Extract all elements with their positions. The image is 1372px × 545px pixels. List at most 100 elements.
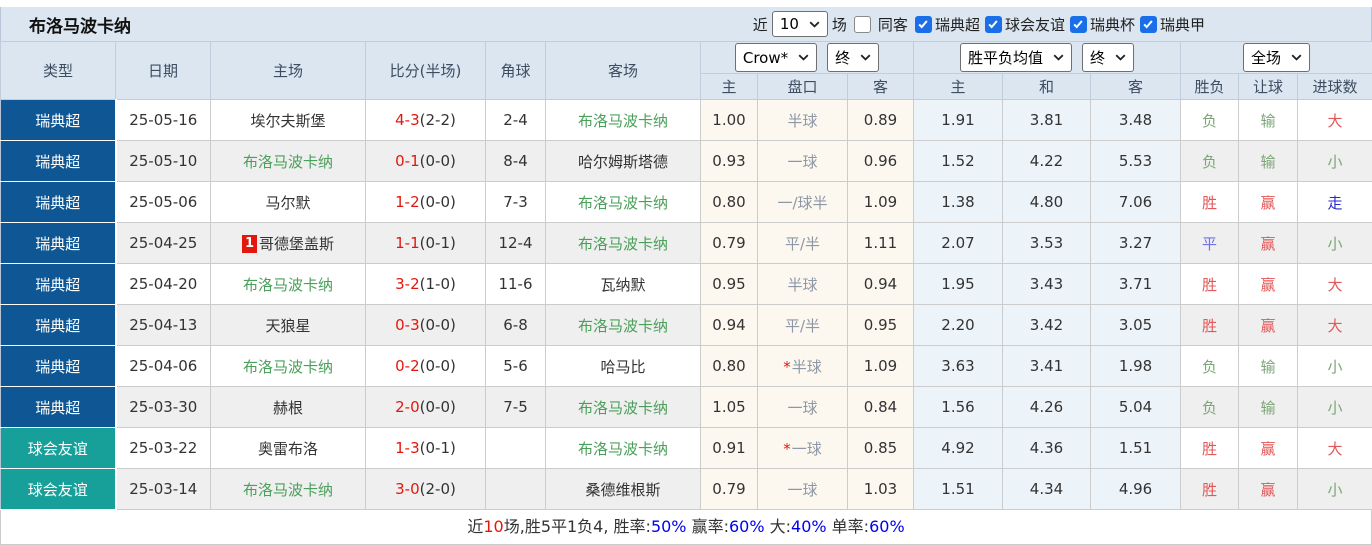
halftime-score: (2-0) [420,480,456,498]
home-team-name[interactable]: 马尔默 [265,194,310,212]
home-team-cell: 埃尔夫斯堡 [211,100,366,141]
score-cell: 3-2(1-0) [366,264,486,305]
odds-away: 3.27 [1091,223,1181,264]
summary-part: 10 [483,517,503,536]
league-filter-checkbox[interactable] [1140,16,1157,33]
average-time-select[interactable]: 终 [1082,43,1134,72]
corners-cell: 8-4 [486,141,546,182]
match-date: 25-04-20 [116,264,211,305]
match-date: 25-05-10 [116,141,211,182]
table-row: 瑞典超25-05-06马尔默1-2(0-0)7-3布洛马波卡纳0.80一/球半1… [1,182,1372,223]
odds-away: 4.96 [1091,469,1181,510]
away-team-name[interactable]: 瓦纳默 [600,276,645,294]
away-team-name[interactable]: 布洛马波卡纳 [578,317,668,335]
home-team-name[interactable]: 布洛马波卡纳 [243,153,333,171]
average-odds-select[interactable]: 胜平负均值 [960,43,1072,72]
odds-away: 3.48 [1091,100,1181,141]
ah-away-odds: 1.09 [848,182,914,223]
matches-tbody: 瑞典超25-05-16埃尔夫斯堡4-3(2-2)2-4布洛马波卡纳1.00半球0… [1,100,1372,510]
result-handicap: 输 [1239,141,1298,182]
result-wdl: 负 [1181,346,1239,387]
odds-home: 2.20 [914,305,1003,346]
away-team-name[interactable]: 桑德维根斯 [585,481,660,499]
league-filter-checkbox[interactable] [1070,16,1087,33]
home-team-name[interactable]: 埃尔夫斯堡 [250,112,325,130]
table-row: 瑞典超25-04-20布洛马波卡纳3-2(1-0)11-6瓦纳默0.95半球0.… [1,264,1372,305]
ah-home-odds: 0.80 [701,346,758,387]
result-wdl: 胜 [1181,305,1239,346]
away-team-name[interactable]: 布洛马波卡纳 [578,399,668,417]
home-team-name[interactable]: 布洛马波卡纳 [243,481,333,499]
recent-count-select[interactable]: 10 [772,11,828,37]
match-date: 25-04-25 [116,223,211,264]
summary-part: 大: [765,517,791,536]
same-venue-checkbox[interactable] [854,16,871,33]
away-team-name[interactable]: 布洛马波卡纳 [578,235,668,253]
home-team-name[interactable]: 哥德堡盖斯 [259,235,334,253]
away-team-name[interactable]: 布洛马波卡纳 [578,194,668,212]
ah-line: 平/半 [758,223,848,264]
ah-line: 一球 [758,387,848,428]
ah-line: 半球 [758,264,848,305]
league-filter-checkbox[interactable] [985,16,1002,33]
subheader-handicap-result: 让球 [1239,74,1298,100]
odds-home: 1.38 [914,182,1003,223]
bookmaker-time-select[interactable]: 终 [827,43,879,72]
home-team-cell: 奥雷布洛 [211,428,366,469]
ah-home-odds: 1.00 [701,100,758,141]
chevron-down-icon [1115,54,1126,61]
odds-home: 1.56 [914,387,1003,428]
result-goals: 大 [1298,100,1372,141]
halftime-score: (0-1) [420,439,456,457]
subheader-wdl: 胜负 [1181,74,1239,100]
odds-home: 1.51 [914,469,1003,510]
away-team-cell: 布洛马波卡纳 [546,182,701,223]
bookmaker-select[interactable]: Crow* [735,43,817,72]
away-team-name[interactable]: 布洛马波卡纳 [578,112,668,130]
league-filter-checkbox[interactable] [915,16,932,33]
ah-line: 半球 [758,100,848,141]
league-badge: 瑞典超 [1,141,116,182]
league-badge: 球会友谊 [1,469,116,510]
summary-part: 60% [869,517,905,536]
corners-cell: 12-4 [486,223,546,264]
summary-part: 单率: [827,517,869,536]
scope-select[interactable]: 全场 [1243,43,1310,72]
home-team-name[interactable]: 奥雷布洛 [258,440,318,458]
odds-draw: 4.22 [1003,141,1091,182]
ah-away-odds: 0.89 [848,100,914,141]
away-team-name[interactable]: 哈尔姆斯塔德 [578,153,668,171]
home-team-cell: 布洛马波卡纳 [211,264,366,305]
ah-home-odds: 0.93 [701,141,758,182]
result-wdl: 负 [1181,141,1239,182]
league-filter-label: 球会友谊 [1005,14,1065,35]
result-goals: 走 [1298,182,1372,223]
odds-draw: 4.80 [1003,182,1091,223]
handicap-group-header: Crow* 终 [701,42,914,74]
odds-draw: 3.53 [1003,223,1091,264]
ah-home-odds: 0.95 [701,264,758,305]
summary-part: 60% [729,517,765,536]
matches-label: 场 [832,14,847,35]
home-team-name[interactable]: 布洛马波卡纳 [243,358,333,376]
league-filter-group: 瑞典超球会友谊瑞典杯瑞典甲 [912,14,1207,35]
odds-home: 1.52 [914,141,1003,182]
home-team-name[interactable]: 天狼星 [265,317,310,335]
result-goals: 小 [1298,141,1372,182]
corners-cell: 2-4 [486,100,546,141]
score-cell: 2-0(0-0) [366,387,486,428]
odds-away: 3.05 [1091,305,1181,346]
away-team-name[interactable]: 布洛马波卡纳 [578,440,668,458]
away-team-name[interactable]: 哈马比 [600,358,645,376]
fulltime-score: 1-2 [395,193,420,211]
odds-history-panel: 布洛马波卡纳 近 10 场 同客 瑞典超球会友谊瑞典杯瑞典甲 类型 [0,0,1372,545]
score-cell: 1-1(0-1) [366,223,486,264]
home-team-name[interactable]: 布洛马波卡纳 [243,276,333,294]
ah-home-odds: 0.80 [701,182,758,223]
ah-home-odds: 0.94 [701,305,758,346]
subheader-ah-line: 盘口 [758,74,848,100]
summary-part: 40% [791,517,827,536]
home-team-name[interactable]: 赫根 [273,399,303,417]
odds-away: 1.98 [1091,346,1181,387]
result-handicap: 赢 [1239,428,1298,469]
